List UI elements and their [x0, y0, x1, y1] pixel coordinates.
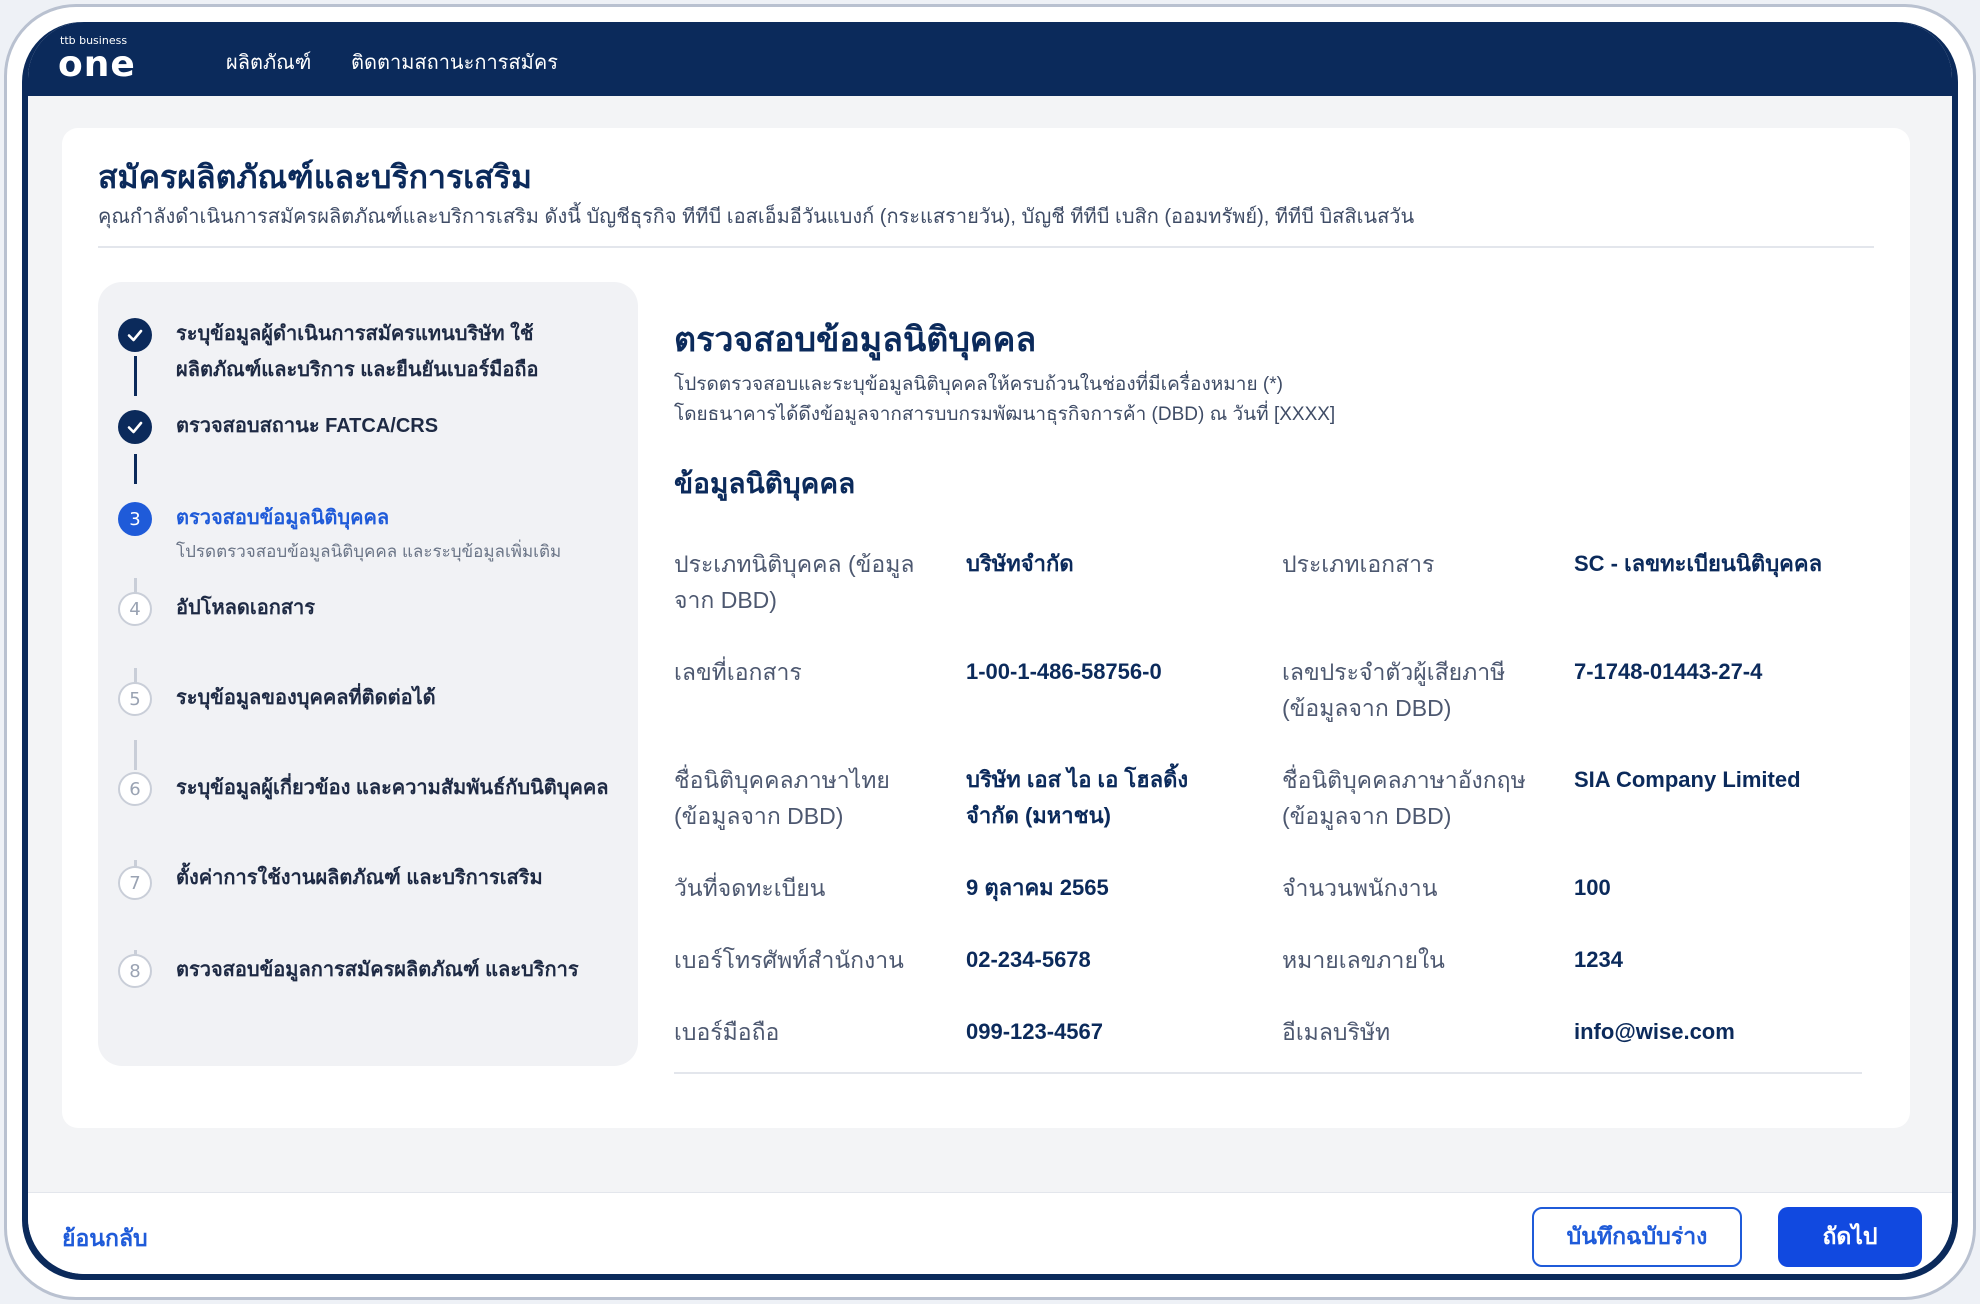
field-value-extension: 1234	[1574, 947, 1623, 972]
description-line-2: โดยธนาคารได้ดึงข้อมูลจากสารบบกรมพัฒนาธุร…	[674, 404, 1336, 425]
device-frame: ttb business one ผลิตภัณฑ์ ติดตามสถานะกา…	[22, 22, 1958, 1280]
field-label-registration-date: วันที่จดทะเบียน	[674, 875, 826, 901]
field-label-name-english: ชื่อนิติบุคคลภาษาอังกฤษ (ข้อมูลจาก DBD)	[1282, 767, 1526, 829]
step-number: 5	[118, 682, 152, 716]
field-value-office-phone: 02-234-5678	[966, 947, 1091, 972]
field-label-office-phone: เบอร์โทรศัพท์สำนักงาน	[674, 947, 904, 973]
step-title: อัปโหลดเอกสาร	[176, 597, 316, 619]
step-title: ระบุข้อมูลผู้เกี่ยวข้อง และความสัมพันธ์ก…	[176, 777, 609, 799]
field-label-extension: หมายเลขภายใน	[1282, 947, 1445, 973]
top-navbar: ttb business one ผลิตภัณฑ์ ติดตามสถานะกา…	[28, 22, 1952, 96]
step-title: ตรวจสอบข้อมูลการสมัครผลิตภัณฑ์ และบริการ	[176, 959, 579, 981]
entity-section-title: ข้อมูลนิติบุคคล	[674, 468, 856, 499]
field-value-name-english: SIA Company Limited	[1574, 767, 1801, 792]
step-title: ตรวจสอบข้อมูลนิติบุคคล	[176, 507, 390, 529]
field-label-name-thai: ชื่อนิติบุคคลภาษาไทย (ข้อมูลจาก DBD)	[674, 767, 890, 829]
step-number: 8	[118, 954, 152, 988]
nav-item-track-application[interactable]: ติดตามสถานะการสมัคร	[351, 46, 558, 78]
step-connector	[134, 454, 137, 484]
field-value-name-thai: บริษัท เอส ไอ เอ โฮลดิ้ง จำกัด (มหาชน)	[966, 767, 1189, 828]
field-label-entity-type: ประเภทนิติบุคคล (ข้อมูลจาก DBD)	[674, 551, 915, 613]
app-screen: ttb business one ผลิตภัณฑ์ ติดตามสถานะกา…	[28, 22, 1952, 1274]
save-draft-button[interactable]: บันทึกฉบับร่าง	[1532, 1207, 1742, 1267]
entity-info-panel: ตรวจสอบข้อมูลนิติบุคคล โปรดตรวจสอบและระบ…	[674, 282, 1874, 1082]
step-title: ระบุข้อมูลผู้ดำเนินการสมัครแทนบริษัท ใช้…	[176, 323, 539, 381]
progress-stepper: ระบุข้อมูลผู้ดำเนินการสมัครแทนบริษัท ใช้…	[98, 282, 638, 1066]
field-label-document-number: เลขที่เอกสาร	[674, 659, 802, 685]
field-label-tax-id: เลขประจำตัวผู้เสียภาษี (ข้อมูลจาก DBD)	[1282, 659, 1506, 721]
field-label-mobile: เบอร์มือถือ	[674, 1019, 780, 1045]
field-label-company-email: อีเมลบริษัท	[1282, 1019, 1391, 1045]
step-number: 4	[118, 592, 152, 626]
step-connector	[134, 740, 137, 770]
field-value-entity-type: บริษัทจำกัด	[966, 551, 1074, 576]
brand-logo[interactable]: ttb business one	[58, 34, 148, 85]
description-line-1: โปรดตรวจสอบและระบุข้อมูลนิติบุคคลให้ครบถ…	[674, 374, 1283, 395]
field-value-tax-id: 7-1748-01443-27-4	[1574, 659, 1763, 684]
next-button[interactable]: ถัดไป	[1778, 1207, 1922, 1267]
step-number: 6	[118, 772, 152, 806]
content-title: ตรวจสอบข้อมูลนิติบุคคล	[674, 321, 1037, 359]
check-icon	[118, 410, 152, 444]
field-value-document-type: SC - เลขทะเบียนนิติบุคคล	[1574, 551, 1823, 576]
field-value-employee-count: 100	[1574, 875, 1611, 900]
step-connector	[134, 356, 137, 396]
field-label-document-type: ประเภทเอกสาร	[1282, 551, 1435, 577]
step-number: 3	[118, 502, 152, 536]
footer-bar: ย้อนกลับ บันทึกฉบับร่าง ถัดไป	[28, 1192, 1952, 1274]
back-button[interactable]: ย้อนกลับ	[62, 1221, 148, 1257]
page-subtitle: คุณกำลังดำเนินการสมัครผลิตภัณฑ์และบริการ…	[98, 206, 1415, 228]
content-description: โปรดตรวจสอบและระบุข้อมูลนิติบุคคลให้ครบถ…	[674, 370, 1335, 430]
field-label-employee-count: จำนวนพนักงาน	[1282, 875, 1438, 901]
content-divider	[674, 1072, 1862, 1074]
step-title: ตรวจสอบสถานะ FATCA/CRS	[176, 415, 439, 437]
field-value-mobile: 099-123-4567	[966, 1019, 1104, 1044]
step-number: 7	[118, 866, 152, 900]
check-icon	[118, 318, 152, 352]
step-title: ตั้งค่าการใช้งานผลิตภัณฑ์ และบริการเสริม	[176, 867, 543, 889]
field-value-registration-date: 9 ตุลาคม 2565	[966, 875, 1109, 900]
header-divider	[98, 246, 1874, 248]
logo-big-text: one	[58, 44, 136, 85]
step-description: โปรดตรวจสอบข้อมูลนิติบุคคล และระบุข้อมูล…	[176, 542, 562, 561]
nav-item-products[interactable]: ผลิตภัณฑ์	[226, 46, 311, 78]
application-card: สมัครผลิตภัณฑ์และบริการเสริม คุณกำลังดำเ…	[62, 128, 1910, 1128]
field-value-document-number: 1-00-1-486-58756-0	[966, 659, 1162, 684]
page-title: สมัครผลิตภัณฑ์และบริการเสริม	[98, 159, 532, 195]
field-value-company-email: info@wise.com	[1574, 1019, 1735, 1044]
step-title: ระบุข้อมูลของบุคคลที่ติดต่อได้	[176, 687, 436, 709]
